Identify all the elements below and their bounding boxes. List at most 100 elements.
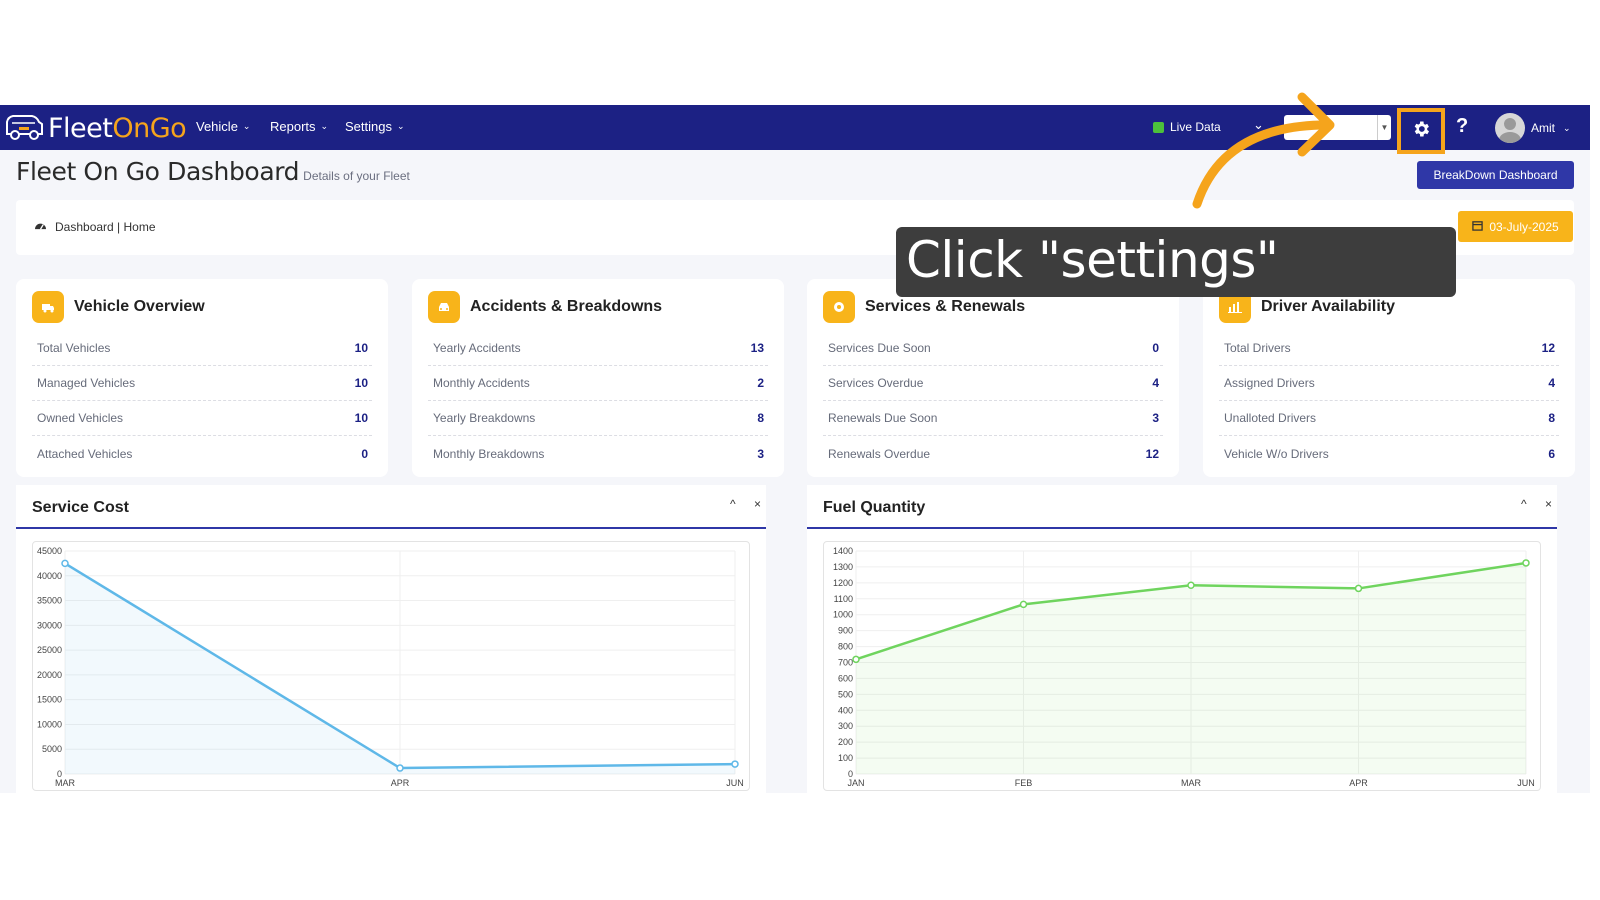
y-tick-label: 20000 [37,670,62,680]
avatar [1495,113,1525,143]
breakdown-dashboard-button[interactable]: BreakDown Dashboard [1417,161,1574,189]
truck-logo-icon [4,110,44,147]
x-tick-label: MAR [55,778,76,788]
y-tick-label: 1000 [833,610,853,620]
fuel-quantity-chart-svg: 0100200300400500600700800900100011001200… [833,546,1535,788]
y-tick-label: 45000 [37,546,62,556]
x-tick-label: MAR [1181,778,1202,788]
y-tick-label: 200 [838,737,853,747]
card-accidents-breakdowns: Accidents & Breakdowns Yearly Accidents 1… [412,279,784,477]
x-tick-label: JUN [726,778,744,788]
service-cost-chart-svg: 0500010000150002000025000300003500040000… [37,546,744,788]
y-tick-label: 40000 [37,571,62,581]
stat-row: Managed Vehicles 10 [32,366,372,401]
close-icon[interactable]: × [1545,497,1552,511]
card-vehicle-overview: Vehicle Overview Total Vehicles 10 Manage… [16,279,388,477]
card-title: Accidents & Breakdowns [470,298,663,315]
nav-menu-settings[interactable]: Settings ⌄ [345,119,405,134]
chevron-down-icon: ⌄ [1563,122,1571,133]
service-cost-chart: 0 5000 10000 15000 20000 25000 30000 35000 40000… [32,541,750,791]
stat-row: Renewals Overdue 12 [828,446,1159,461]
card-title: Driver Availability [1261,298,1395,315]
page-title: Fleet On Go Dashboard Details of your Fle… [16,157,410,186]
panel-service-cost: Service Cost ^ × 0 5000 10000 15000 20000 250… [16,485,766,793]
data-point [852,655,860,664]
chevron-down-icon: ⌄ [320,121,329,131]
x-tick-label: FEB [1015,778,1033,788]
y-tick-label: 35000 [37,596,62,606]
y-tick-label: 700 [838,658,853,668]
stat-row: Total Drivers 12 [1219,331,1559,366]
chevron-down-icon: ⌄ [242,121,251,131]
user-menu[interactable]: Amit ⌄ [1495,113,1571,143]
dashboard-icon [34,220,47,234]
date-picker[interactable]: 03-July-2025 [1458,211,1573,242]
stat-row: Yearly Accidents 13 [428,331,768,366]
breadcrumb-text[interactable]: Dashboard | Home [55,220,156,234]
x-tick-label: APR [1349,778,1368,788]
panel-title: Fuel Quantity [823,499,926,516]
stat-row: Assigned Drivers 4 [1219,366,1559,401]
nav-menu-vehicle[interactable]: Vehicle ⌄ [196,119,250,134]
data-point [396,764,404,772]
y-tick-label: 400 [838,705,853,715]
stat-row: Unalloted Drivers 8 [1219,401,1559,436]
wrench-icon [823,291,855,323]
collapse-icon[interactable]: ^ [730,497,736,511]
data-point [61,559,69,568]
page-subtitle: Details of your Fleet [303,169,410,183]
card-driver-availability: Driver Availability Total Drivers 12 Assi… [1203,279,1575,477]
data-point [1187,581,1195,589]
close-icon[interactable]: × [754,497,761,511]
dropdown-arrow-icon[interactable]: ▼ [1377,115,1391,140]
y-tick-label: 15000 [37,695,62,705]
stat-row: Services Due Soon 0 [823,331,1163,366]
y-tick-label: 900 [838,626,853,636]
stat-row: Total Vehicles 10 [32,331,372,366]
live-checkbox-icon[interactable] [1153,121,1164,133]
data-point [1522,559,1530,567]
x-tick-label: JUN [1517,778,1535,788]
calendar-icon [1472,220,1484,234]
series-area [856,562,1526,774]
nav-menu-reports[interactable]: Reports ⌄ [270,119,328,134]
y-tick-label: 500 [838,689,853,699]
data-point [1019,600,1028,609]
stat-row: Monthly Accidents 2 [428,366,768,401]
help-icon[interactable]: ? [1456,115,1468,138]
truck-icon [32,291,64,323]
settings-gear-button[interactable] [1397,108,1445,154]
callout-text: Click "settings" [906,231,1279,289]
logo-wordmark: FleetOnGo [48,113,187,144]
data-point [1354,584,1363,593]
stat-row: Renewals Due Soon 3 [823,401,1163,436]
collapse-icon[interactable]: ^ [1521,497,1527,511]
tutorial-callout: Click "settings" [896,227,1456,297]
tutorial-arrow-icon [1192,92,1335,209]
y-tick-label: 1200 [833,578,853,588]
card-title: Vehicle Overview [74,298,205,315]
y-tick-label: 800 [838,642,853,652]
y-tick-label: 25000 [37,645,62,655]
stat-row: Vehicle W/o Drivers 6 [1224,446,1555,461]
stat-row: Yearly Breakdowns 8 [428,401,768,436]
canvas: FleetOnGo Vehicle ⌄ Reports ⌄ Settings ⌄ Li… [0,0,1600,900]
y-tick-label: 300 [838,721,853,731]
date-value: 03-July-2025 [1489,219,1559,234]
panel-fuel-quantity: Fuel Quantity ^ × 0 100 200 300 400 500 600 700… [807,485,1557,793]
y-tick-label: 10000 [37,719,62,729]
y-tick-label: 1300 [833,562,853,572]
data-point [731,760,739,768]
card-services-renewals: Services & Renewals Services Due Soon 0 S… [807,279,1179,477]
fuel-quantity-chart: 0 100 200 300 400 500 600 700 800 900 1000 1100 1200… [823,541,1541,791]
car-icon [428,291,460,323]
x-tick-label: APR [391,778,410,788]
y-tick-label: 5000 [42,744,62,754]
gear-icon [1411,119,1431,144]
chevron-down-icon: ⌄ [396,121,405,131]
stat-row: Attached Vehicles 0 [37,446,368,461]
card-title: Services & Renewals [865,298,1026,315]
app-logo[interactable]: FleetOnGo [4,110,187,147]
stat-row: Monthly Breakdowns 3 [433,446,764,461]
stat-row: Services Overdue 4 [823,366,1163,401]
